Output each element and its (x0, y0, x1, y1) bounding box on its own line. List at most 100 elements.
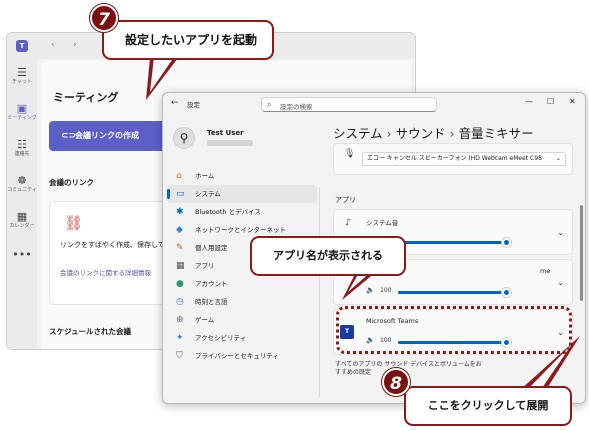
meeting-link-card: ⛓ リンクをすばやく作成、保存して 会議のリンクに関する詳細情報 (49, 201, 177, 305)
nav-divider (319, 187, 320, 397)
breadcrumb: システム › サウンド › 音量ミキサー (333, 123, 534, 142)
teams-row-highlight (336, 306, 572, 354)
callout-click-expand: ここをクリックして展開 (404, 386, 572, 426)
accessibility-icon: ✦ (176, 333, 184, 343)
breadcrumb-separator: › (449, 126, 455, 141)
volume-slider-thumb[interactable] (501, 238, 511, 247)
close-button[interactable]: ✕ (569, 97, 576, 106)
nav-item-label: 時刻と言語 (195, 298, 228, 306)
volume-slider[interactable] (398, 288, 511, 297)
volume-slider-thumb[interactable] (501, 288, 511, 297)
nav-item-game[interactable]: ⊕ ゲーム (167, 311, 317, 329)
nav-item-system[interactable]: ▭ システム (167, 185, 317, 203)
rail-more[interactable]: ••• (7, 249, 37, 261)
nav-item-time[interactable]: ◷ 時刻と言語 (167, 293, 317, 311)
user-name: Test User (207, 129, 244, 137)
breadcrumb-volume-mixer: 音量ミキサー (458, 126, 534, 141)
volume-value: 100 (380, 287, 392, 294)
scrollbar[interactable] (580, 205, 583, 301)
back-arrow-icon[interactable]: ← (171, 98, 179, 108)
search-icon: ⌕ (267, 100, 272, 109)
create-meeting-link-label: 会議リンクの作成 (75, 131, 139, 140)
microphone-icon: 🎙 (344, 149, 356, 159)
callout-launch-app-text: 設定したいアプリを起動 (124, 33, 257, 47)
step-7-badge: 7 (90, 4, 118, 32)
rail-community[interactable]: ☸ コミュニティ (7, 175, 37, 194)
nav-item-label: ホーム (195, 172, 215, 180)
calendar-icon: ▦ (16, 210, 28, 223)
link-icon: ⊂⊃ (61, 131, 77, 141)
chevron-down-icon[interactable]: ⌄ (557, 278, 564, 287)
back-arrow-icon[interactable]: ‹ (51, 40, 55, 50)
meeting-icon: ▣ (16, 102, 28, 115)
speaker-icon: ♪ (345, 218, 351, 228)
system-icon: ▭ (176, 189, 185, 199)
nav-item-bluetooth[interactable]: ✱ Bluetooth とデバイス (167, 203, 317, 221)
nav-item-home[interactable]: ⌂ ホーム (167, 167, 317, 185)
nav-item-label: 個人用設定 (195, 244, 228, 252)
nav-item-label: プライバシーとセキュリティ (195, 352, 279, 360)
nav-item-label: アプリ (195, 262, 215, 270)
avatar: ⚲ (173, 127, 195, 149)
page-title: ミーティング (53, 91, 119, 104)
nav-item-account[interactable]: ● アカウント (167, 275, 317, 293)
volume-slider-fill (398, 291, 506, 294)
nav-item-shield[interactable]: ⛉ プライバシーとセキュリティ (167, 347, 317, 365)
meeting-link-description: リンクをすばやく作成、保存して (60, 241, 165, 249)
chat-icon: ☰ (17, 66, 27, 79)
rail-contacts-label: 連絡先 (14, 151, 30, 157)
create-meeting-link-button[interactable]: ⊂⊃ 会議リンクの作成 (49, 121, 179, 151)
volume-slider[interactable] (398, 238, 511, 247)
user-email-blurred (207, 140, 253, 146)
callout-app-name-shown: アプリ名が表示される (250, 236, 406, 276)
callout-click-expand-text: ここをクリックして展開 (427, 399, 549, 412)
nav-item-label: ゲーム (195, 316, 215, 324)
meeting-links-heading: 会議のリンク (49, 178, 94, 187)
game-icon: ⊕ (176, 315, 184, 325)
personalize-icon: ✎ (176, 243, 184, 253)
home-icon: ⌂ (176, 171, 182, 181)
meeting-link-learn-more[interactable]: 会議のリンクに関する詳細情報 (60, 267, 151, 277)
forward-arrow-icon[interactable]: › (73, 40, 77, 50)
app-name: システム音 (366, 219, 399, 227)
rail-calendar[interactable]: ▦ カレンダー (7, 211, 37, 230)
chain-link-icon: ⛓ (64, 214, 84, 232)
network-icon: ◆ (176, 225, 183, 235)
breadcrumb-system[interactable]: システム (333, 126, 383, 141)
contacts-icon: ☷ (17, 138, 27, 151)
minimize-button[interactable]: — (525, 97, 533, 106)
teams-logo-icon: T (16, 40, 28, 52)
step-8-badge: 8 (382, 368, 410, 396)
callout-launch-app: 設定したいアプリを起動 (102, 20, 274, 60)
teams-app-rail: T ☰ チャット ▣ ミーティング ☷ 連絡先 ☸ コミュニティ ▦ カレンダー… (7, 33, 37, 349)
bluetooth-icon: ✱ (176, 207, 184, 217)
settings-app-title: 設定 (187, 101, 200, 109)
callout-app-name-shown-text: アプリ名が表示される (273, 249, 383, 262)
rail-meeting-label: ミーティング (7, 115, 37, 121)
chevron-down-icon[interactable]: ⌄ (557, 228, 564, 237)
maximize-button[interactable]: ☐ (547, 97, 554, 106)
nav-item-accessibility[interactable]: ✦ アクセシビリティ (167, 329, 317, 347)
settings-titlebar: ← 設定 ⌕ 設定の検索 — ☐ ✕ (163, 93, 585, 115)
input-device-card: 🎙 エコー キャンセル スピーカーフォン (HD Webcam eMeet C9… (333, 143, 573, 175)
volume-icon[interactable]: 🔈 (366, 286, 375, 294)
rail-community-label: コミュニティ (7, 187, 37, 193)
nav-item-label: アカウント (195, 280, 228, 288)
breadcrumb-separator: › (386, 126, 392, 141)
input-device-value: エコー キャンセル スピーカーフォン (HD Webcam eMeet C98 (367, 155, 542, 162)
input-device-select[interactable]: エコー キャンセル スピーカーフォン (HD Webcam eMeet C98 … (362, 152, 566, 166)
community-icon: ☸ (17, 174, 27, 187)
rail-contacts[interactable]: ☷ 連絡先 (7, 139, 37, 158)
rail-chat[interactable]: ☰ チャット (7, 67, 37, 86)
search-placeholder: 設定の検索 (280, 103, 313, 111)
apps-icon: ▦ (176, 261, 185, 271)
rail-chat-label: チャット (12, 79, 32, 85)
settings-search-input[interactable]: ⌕ 設定の検索 (261, 97, 437, 112)
rail-meeting[interactable]: ▣ ミーティング (7, 103, 37, 122)
breadcrumb-sound[interactable]: サウンド (396, 126, 446, 141)
shield-icon: ⛉ (176, 351, 183, 361)
scheduled-meetings-heading: スケジュールされた会議 (49, 327, 131, 336)
reset-defaults-text: すべてのアプリの サウンド デバイスとボリュームをお すすめの既定 (335, 361, 482, 376)
more-icon: ••• (12, 248, 32, 261)
nav-item-label: ネットワークとインターネット (195, 226, 286, 234)
